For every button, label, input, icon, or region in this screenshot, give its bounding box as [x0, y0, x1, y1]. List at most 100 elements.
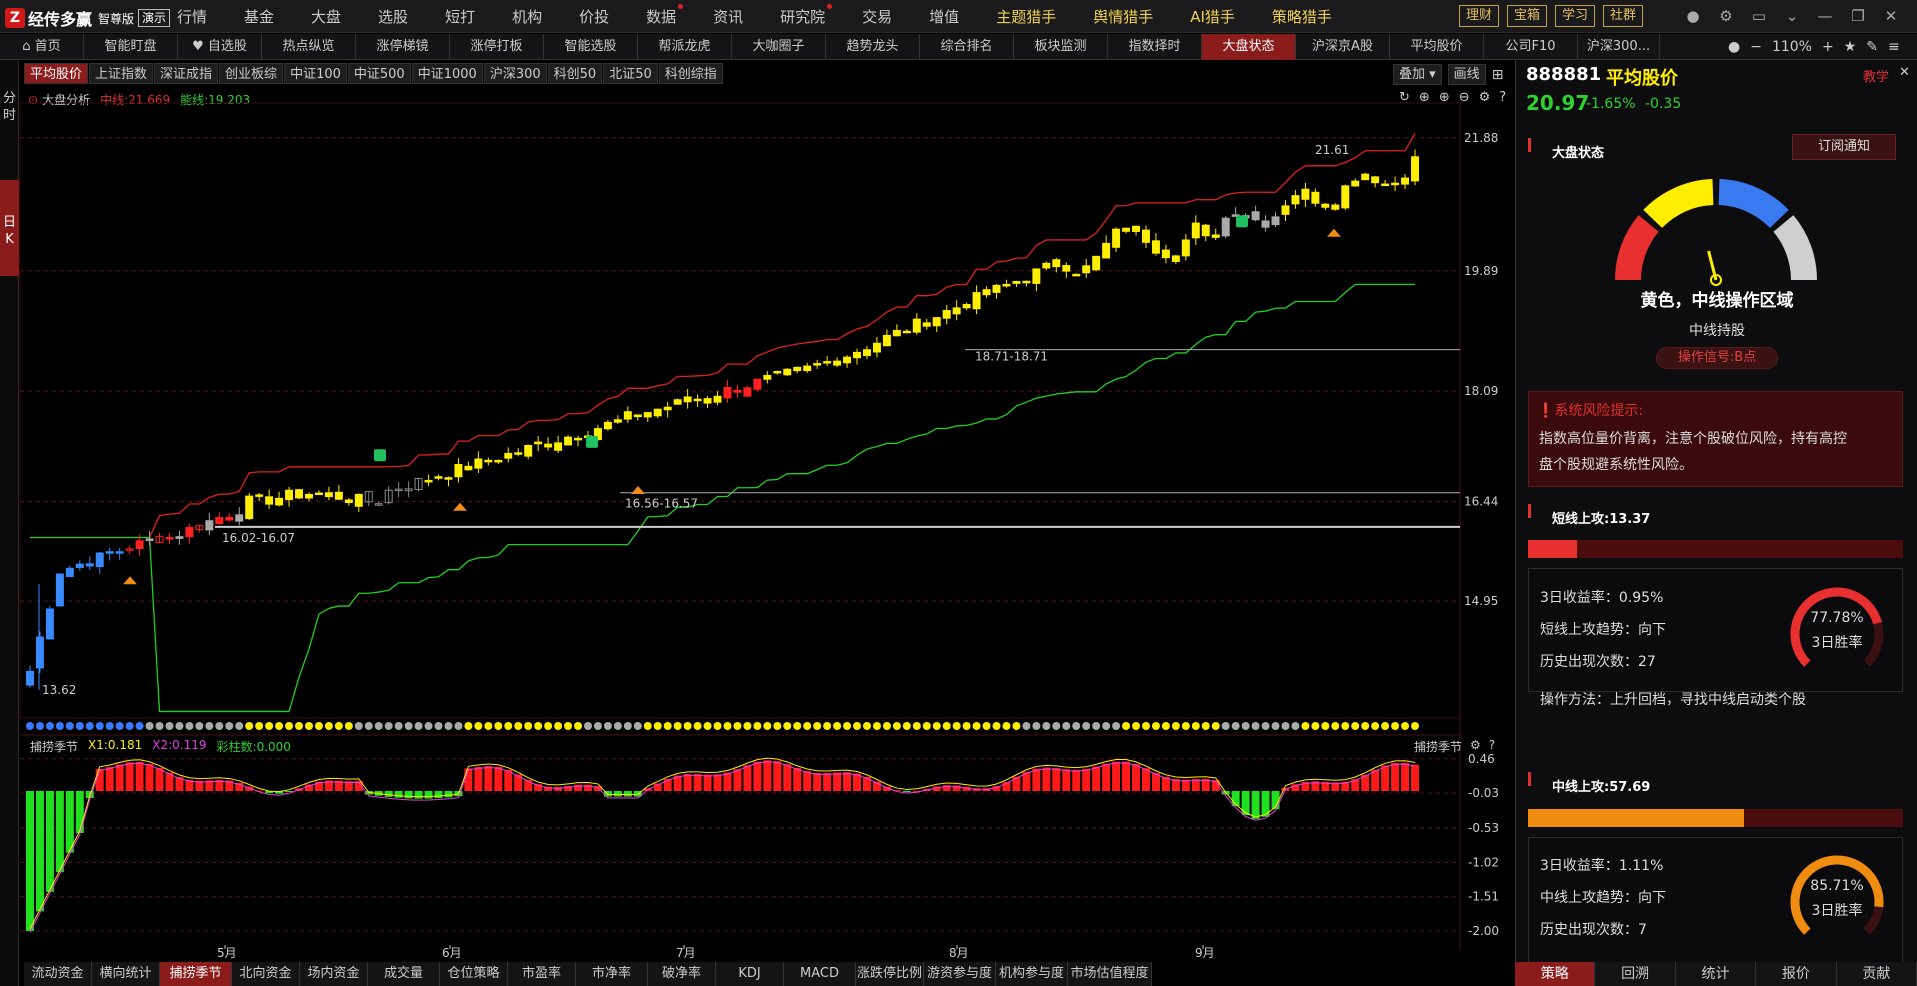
index-tab[interactable]: 中证500: [347, 63, 411, 84]
top-menu-item[interactable]: 行情: [177, 6, 207, 27]
index-tab[interactable]: 北证50: [603, 63, 658, 84]
refresh-icon[interactable]: ↻: [1399, 90, 1410, 105]
index-tab[interactable]: 创业板综: [219, 63, 284, 84]
indicator-tab[interactable]: 仓位策略: [440, 962, 508, 986]
page-tab[interactable]: 热点纵览: [262, 34, 356, 60]
index-tab[interactable]: 科创50: [547, 63, 603, 84]
indicator-tab[interactable]: 捕捞季节: [160, 962, 232, 986]
close-icon[interactable]: ✕: [1880, 6, 1902, 26]
page-tab[interactable]: 沪深300...: [1578, 34, 1660, 60]
indicator-tab[interactable]: 机构参与度: [996, 962, 1068, 986]
page-tab[interactable]: 趋势龙头: [826, 34, 920, 60]
top-menu-item[interactable]: 机构: [512, 6, 542, 27]
menu-icon[interactable]: ≡: [1888, 39, 1900, 55]
top-menu-item[interactable]: 短打: [445, 6, 475, 27]
top-feature-button[interactable]: 社群: [1603, 5, 1644, 27]
info-icon[interactable]: ●: [1728, 39, 1740, 55]
strategy-tab[interactable]: 贡献: [1837, 962, 1917, 986]
page-tab[interactable]: 指数择时: [1108, 34, 1202, 60]
top-menu-item[interactable]: AI猎手: [1190, 6, 1235, 27]
index-tab[interactable]: 上证指数: [89, 63, 154, 84]
indicator-tab[interactable]: 流动资金: [24, 962, 92, 986]
top-menu-item[interactable]: 交易: [862, 6, 892, 27]
chevron-down-icon[interactable]: ⌄: [1781, 6, 1803, 26]
top-menu-item[interactable]: 舆情猎手: [1093, 6, 1153, 27]
indicator-tab[interactable]: 横向统计: [92, 962, 160, 986]
indicator-tab[interactable]: 涨跌停比例: [856, 962, 924, 986]
demo-badge[interactable]: 演示: [138, 9, 171, 27]
index-tab[interactable]: 深证成指: [154, 63, 219, 84]
page-tab[interactable]: 大盘状态: [1202, 34, 1296, 60]
strategy-tab[interactable]: 报价: [1756, 962, 1837, 986]
strategy-tab[interactable]: 统计: [1676, 962, 1757, 986]
indicator-tab[interactable]: 破净率: [648, 962, 716, 986]
top-menu-item[interactable]: 数据: [646, 4, 684, 27]
indicator-tab[interactable]: MACD: [784, 962, 856, 986]
settings-icon[interactable]: ⚙: [1479, 90, 1491, 105]
zoom-in-button[interactable]: +: [1822, 39, 1834, 55]
index-tab[interactable]: 沪深300: [483, 63, 547, 84]
top-feature-button[interactable]: 理财: [1459, 5, 1500, 27]
page-tab[interactable]: 帮派龙虎: [638, 34, 732, 60]
page-tab[interactable]: 公司F10: [1484, 34, 1578, 60]
indicator-tab[interactable]: 游资参与度: [924, 962, 996, 986]
index-tab[interactable]: 科创综指: [658, 63, 723, 84]
page-tab[interactable]: 综合排名: [920, 34, 1014, 60]
index-tab[interactable]: 平均股价: [24, 63, 89, 84]
teach-link[interactable]: 教学: [1863, 66, 1889, 85]
zoom-out-button[interactable]: −: [1750, 39, 1762, 55]
app-logo[interactable]: Z 经传多赢 智尊版 演示: [5, 6, 171, 30]
top-menu-item[interactable]: 策略猎手: [1272, 6, 1332, 27]
page-tab[interactable]: 智能选股: [544, 34, 638, 60]
strategy-tab[interactable]: 策略: [1515, 962, 1596, 986]
page-tab[interactable]: 智能盯盘: [84, 34, 178, 60]
indicator-tab[interactable]: 市净率: [576, 962, 648, 986]
add-icon[interactable]: ⊕: [1419, 90, 1430, 105]
gear-icon[interactable]: ⚙: [1715, 6, 1737, 26]
top-menu-item[interactable]: 基金: [244, 6, 274, 27]
screen-icon[interactable]: ▭: [1748, 6, 1770, 26]
indicator-tab[interactable]: 北向资金: [232, 962, 300, 986]
top-menu-item[interactable]: 大盘: [311, 6, 341, 27]
top-menu-item[interactable]: 增值: [929, 6, 959, 27]
indicator-tab[interactable]: 市场估值程度: [1068, 962, 1152, 986]
indicator-tab[interactable]: 成交量: [368, 962, 440, 986]
top-menu-item[interactable]: 主题猎手: [996, 6, 1056, 27]
page-tab[interactable]: ⌂ 首页: [0, 34, 84, 60]
index-tab[interactable]: 中证1000: [411, 63, 483, 84]
index-tab[interactable]: 中证100: [284, 63, 347, 84]
top-feature-button[interactable]: 宝箱: [1507, 5, 1548, 27]
chart-tool-button[interactable]: 叠加 ▾: [1393, 64, 1442, 85]
indicator-tab[interactable]: 场内资金: [300, 962, 368, 986]
period-tab[interactable]: 日 K: [0, 180, 19, 276]
legend-toggle-icon[interactable]: ⊙: [28, 93, 38, 107]
strategy-tab[interactable]: 回溯: [1595, 962, 1676, 986]
page-tab[interactable]: 涨停梯镜: [356, 34, 450, 60]
help-icon[interactable]: ?: [1499, 90, 1506, 105]
restore-icon[interactable]: ❐: [1847, 6, 1869, 26]
pen-icon[interactable]: ✎: [1866, 39, 1878, 55]
top-menu-item[interactable]: 研究院: [780, 4, 833, 27]
page-tab[interactable]: 沪深京A股: [1296, 34, 1390, 60]
top-menu-item[interactable]: 资讯: [713, 6, 743, 27]
minimize-icon[interactable]: —: [1814, 6, 1836, 26]
top-menu-item[interactable]: 选股: [378, 6, 408, 27]
page-tab[interactable]: 板块监测: [1014, 34, 1108, 60]
period-tab[interactable]: 分 时: [0, 90, 19, 130]
top-feature-button[interactable]: 学习: [1555, 5, 1596, 27]
page-tab[interactable]: ♥ 自选股: [178, 34, 262, 60]
sub-help-icon[interactable]: ?: [1489, 738, 1495, 755]
user-icon[interactable]: ●: [1682, 6, 1704, 26]
zoom-out-icon[interactable]: ⊖: [1459, 90, 1470, 105]
layout-icon[interactable]: ⊞: [1492, 67, 1504, 83]
indicator-tab[interactable]: 市盈率: [508, 962, 576, 986]
top-menu-item[interactable]: 价投: [579, 6, 609, 27]
close-icon[interactable]: ✕: [1899, 65, 1910, 80]
zoom-in-icon[interactable]: ⊕: [1439, 90, 1450, 105]
subscribe-button[interactable]: 订阅通知: [1792, 134, 1896, 160]
chart-tool-button[interactable]: 画线: [1447, 64, 1486, 85]
star-icon[interactable]: ★: [1844, 39, 1857, 55]
page-tab[interactable]: 大咖圈子: [732, 34, 826, 60]
page-tab[interactable]: 平均股价: [1390, 34, 1484, 60]
page-tab[interactable]: 涨停打板: [450, 34, 544, 60]
